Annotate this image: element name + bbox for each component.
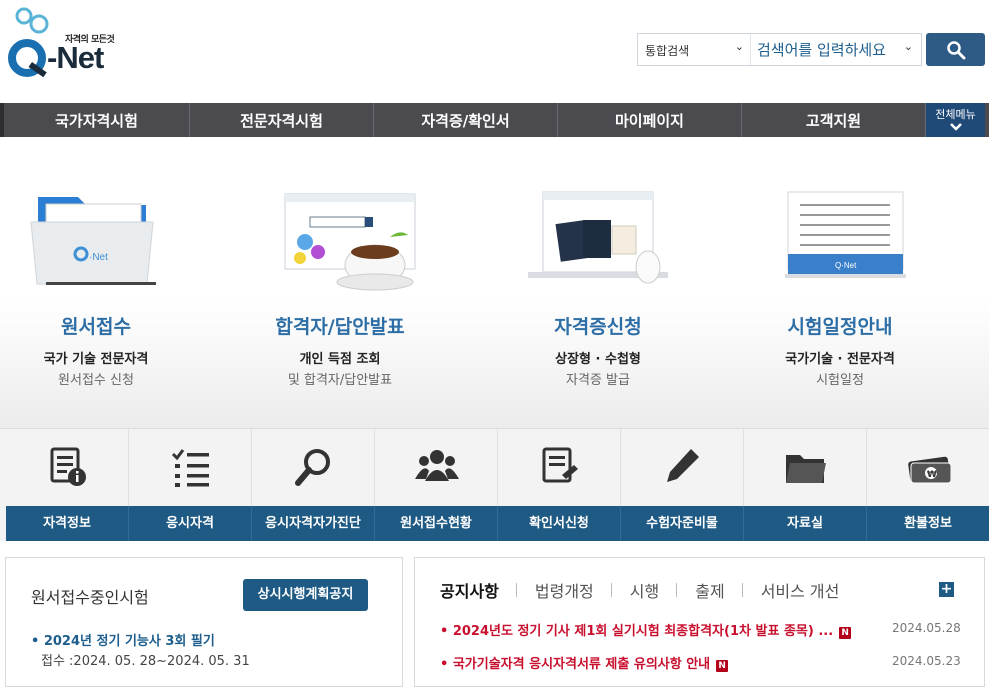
more-plus-button[interactable]: + [939,582,954,597]
quick-item-label: 원서접수현황 [375,506,498,541]
chevron-down-icon: ⌄ [903,40,913,53]
service-title: 합격자/답안발표 [275,316,405,338]
quick-item-label: 수험자준비물 [621,506,744,541]
folder-icon [786,455,826,483]
svg-text:Q·Net: Q·Net [835,261,857,270]
plan-notice-button[interactable]: 상시시행계획공지 [243,579,368,611]
search-category-label: 통합검색 [645,44,690,58]
new-badge: N [839,627,852,639]
exam-reception-panel: 원서접수중인시험 상시시행계획공지 • 2024년 정기 기능사 3회 필기 접… [5,557,403,687]
chevron-down-icon: ⌄ [734,40,744,53]
nav-item-professional-exam[interactable]: 전문자격시험 [190,103,374,137]
search-placeholder: 검색어를 입력하세요 [757,41,886,59]
nav-item-support[interactable]: 고객지원 [742,103,926,137]
browser-coffee-illustration-icon [284,193,416,291]
tab-question[interactable]: 출제 [695,578,744,602]
tab-notice[interactable]: 공지사항 [440,578,517,602]
service-line2: 자격증 발급 [566,373,630,388]
notice-tabs: 공지사항 법령개정 시행 출제 서비스 개선 [440,578,875,602]
service-title: 원서접수 [61,316,131,338]
notice-item[interactable]: • 국가기술자격 응시자격서류 제출 유의사항 안내 N [440,653,729,672]
service-line1: 상장형 · 수첩형 [555,352,641,367]
tab-service-improvement[interactable]: 서비스 개선 [761,578,858,602]
quick-item-label: 응시자격자가진단 [252,506,375,541]
quick-item-archive[interactable]: 자료실 [744,429,867,541]
main-nav: 국가자격시험 전문자격시험 자격증/확인서 마이페이지 고객지원 [0,103,989,137]
panel-title: 원서접수중인시험 [31,588,149,607]
new-badge: N [716,660,729,672]
service-line1: 국가 기술 전문자격 [43,352,149,367]
quick-item-confirmation[interactable]: 확인서신청 [498,429,621,541]
search-icon [946,40,965,59]
qnet-logo[interactable]: 자격의 모든것 -Net [5,4,125,84]
exam-item-link[interactable]: • 2024년 정기 기능사 3회 필기 [31,630,215,649]
notice-text: 2024년도 정기 기사 제1회 실기시험 최종합격자(1차 발표 종목) ..… [452,624,834,639]
nav-item-certificate[interactable]: 자격증/확인서 [374,103,558,137]
service-line2: 원서접수 신청 [58,373,134,388]
checklist-icon [171,449,209,487]
quick-item-eligibility[interactable]: 응시자격 [129,429,252,541]
document-signed-icon [542,447,578,483]
quick-item-exam-supplies[interactable]: 수험자준비물 [621,429,744,541]
quick-item-label: 환불정보 [867,506,989,541]
all-menu-button[interactable]: 전체메뉴 [926,103,985,137]
logo-brand: -Net [47,40,104,75]
quick-menu: 자격정보 응시자격 응시자격자가진단 원서접수현황 확인서신청 수험자준비물 자… [0,429,989,541]
laptop-passport-illustration-icon [528,191,668,284]
svg-text:·Net: ·Net [89,252,108,263]
nav-item-national-exam[interactable]: 국가자격시험 [0,103,190,137]
service-line1: 국가기술 · 전문자격 [785,352,895,367]
search-button[interactable] [926,33,985,66]
money-icon: ₩ [908,456,951,484]
quick-item-label: 응시자격 [129,506,252,541]
quick-item-self-diagnosis[interactable]: 응시자격자가진단 [252,429,375,541]
service-line1: 개인 득점 조회 [299,352,381,367]
notice-date: 2024.05.23 [892,654,961,668]
service-title: 시험일정안내 [787,316,893,338]
service-line2: 시험일정 [816,373,864,388]
quick-item-qualification-info[interactable]: 자격정보 [6,429,129,541]
folder-illustration-icon: ·Net [30,197,156,285]
notice-text: 국가기술자격 응시자격서류 제출 유의사항 안내 [452,657,711,672]
tab-enforcement[interactable]: 시행 [630,578,678,602]
all-menu-label: 전체메뉴 [935,108,976,121]
magnifier-icon [295,449,330,486]
exam-item-date: 접수 :2024. 05. 28~2024. 05. 31 [41,654,250,669]
search-bar: 통합검색 ⌄ 검색어를 입력하세요 ⌄ [637,33,922,66]
calendar-illustration-icon: Q·Net [785,191,906,278]
tab-law-revision[interactable]: 법령개정 [535,578,612,602]
quick-item-label: 자료실 [744,506,867,541]
service-section: ·Net 원서접수 국가 기술 전문자격 원서접수 신청 합격자/답안발표 개인… [0,137,989,429]
pencil-icon [667,449,699,482]
quick-item-refund[interactable]: ₩ 환불정보 [867,429,989,541]
nav-item-mypage[interactable]: 마이페이지 [558,103,742,137]
search-input[interactable]: 검색어를 입력하세요 ⌄ [752,34,920,65]
notice-panel: 공지사항 법령개정 시행 출제 서비스 개선 + • 2024년도 정기 기사 … [414,557,985,687]
people-icon [415,450,459,481]
service-line2: 및 합격자/답안발표 [287,373,393,388]
svg-text:₩: ₩ [927,470,937,480]
document-info-icon [50,447,86,486]
search-category-select[interactable]: 통합검색 ⌄ [638,34,751,65]
notice-date: 2024.05.28 [892,621,961,635]
quick-item-label: 자격정보 [6,506,129,541]
notice-item[interactable]: • 2024년도 정기 기사 제1회 실기시험 최종합격자(1차 발표 종목) … [440,620,852,639]
service-title: 자격증신청 [554,316,642,338]
quick-item-label: 확인서신청 [498,506,621,541]
quick-item-application-status[interactable]: 원서접수현황 [375,429,498,541]
chevron-down-icon [949,123,962,131]
